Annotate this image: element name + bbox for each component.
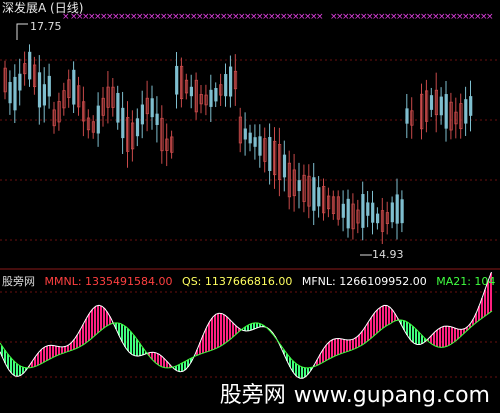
mfnl-value: MFNL: 1266109952.00 (301, 275, 427, 288)
candle-body (444, 94, 448, 129)
candle-body (341, 203, 345, 218)
watermark: 股旁网 www.gupang.com (220, 377, 490, 409)
qs-value: QS: 1137666816.00 (182, 275, 293, 288)
candlestick-chart[interactable]: × ×××××××××××××××××××××××××××××××××××××××… (0, 0, 500, 270)
signal-mark: × (486, 12, 494, 22)
candle-body (439, 96, 443, 116)
candle-body (37, 72, 42, 108)
candle-body (390, 202, 394, 223)
candle-body (312, 177, 316, 211)
candle-body (366, 202, 370, 216)
price-chart-panel[interactable]: × × × × × × × × × × × × × × × × × × × × × × × × × × × × × × × × × × × × × × × ×… (0, 0, 500, 270)
candle-body (140, 104, 144, 125)
candle-body (317, 187, 321, 207)
indicator-legend: 股旁网 MMNL: 1335491584.00 QS: 1137666816.0… (2, 273, 500, 289)
candle-body (248, 132, 252, 144)
indicator-panel[interactable]: 股旁网 MMNL: 1335491584.00 QS: 1137666816.0… (0, 272, 500, 413)
candle-body (13, 76, 17, 111)
candle-body (121, 107, 125, 139)
candle-body (297, 180, 301, 192)
ma21-value: MA21: 104 (436, 275, 496, 288)
candle-body (47, 75, 51, 97)
candle-body (371, 202, 375, 223)
high-price-label: 17.75 (30, 20, 62, 33)
candle-body (150, 98, 154, 118)
candle-body (155, 113, 159, 125)
candle-body (189, 86, 193, 97)
candle-body (28, 51, 32, 80)
candle-body (405, 108, 409, 124)
candle-body (375, 213, 380, 224)
candle-body (175, 65, 179, 95)
high-marker (16, 23, 28, 40)
candle-body (8, 82, 12, 104)
candle-body (268, 137, 272, 171)
candle-body (18, 73, 22, 91)
candle-body (361, 194, 365, 228)
candle-body (258, 136, 262, 156)
indicator-name: 股旁网 (2, 275, 35, 288)
candle-body (116, 92, 120, 123)
candle-body (429, 95, 434, 110)
candle-body (400, 199, 404, 224)
low-price-label: 14.93 (372, 248, 404, 261)
candle-body (395, 194, 399, 224)
candle-body (209, 89, 213, 107)
mmnl-value: MMNL: 1335491584.00 (44, 275, 173, 288)
candle-body (469, 96, 473, 116)
watermark-url: www.gupang.com (293, 383, 490, 408)
signal-mark: × (316, 12, 324, 22)
candle-body (464, 99, 468, 124)
candle-body (42, 84, 47, 106)
watermark-cn: 股旁网 (219, 383, 286, 408)
candle-body (224, 74, 228, 97)
candle-body (228, 66, 233, 97)
candle-body (243, 128, 247, 140)
candle-body (253, 137, 257, 147)
candle-body (72, 69, 76, 105)
candle-body (96, 105, 100, 134)
candle-body (346, 198, 350, 229)
candle-body (282, 154, 287, 178)
candle-body (135, 118, 140, 137)
candle-body (214, 88, 218, 102)
chart-title: 深发展A (日线) (2, 1, 84, 15)
